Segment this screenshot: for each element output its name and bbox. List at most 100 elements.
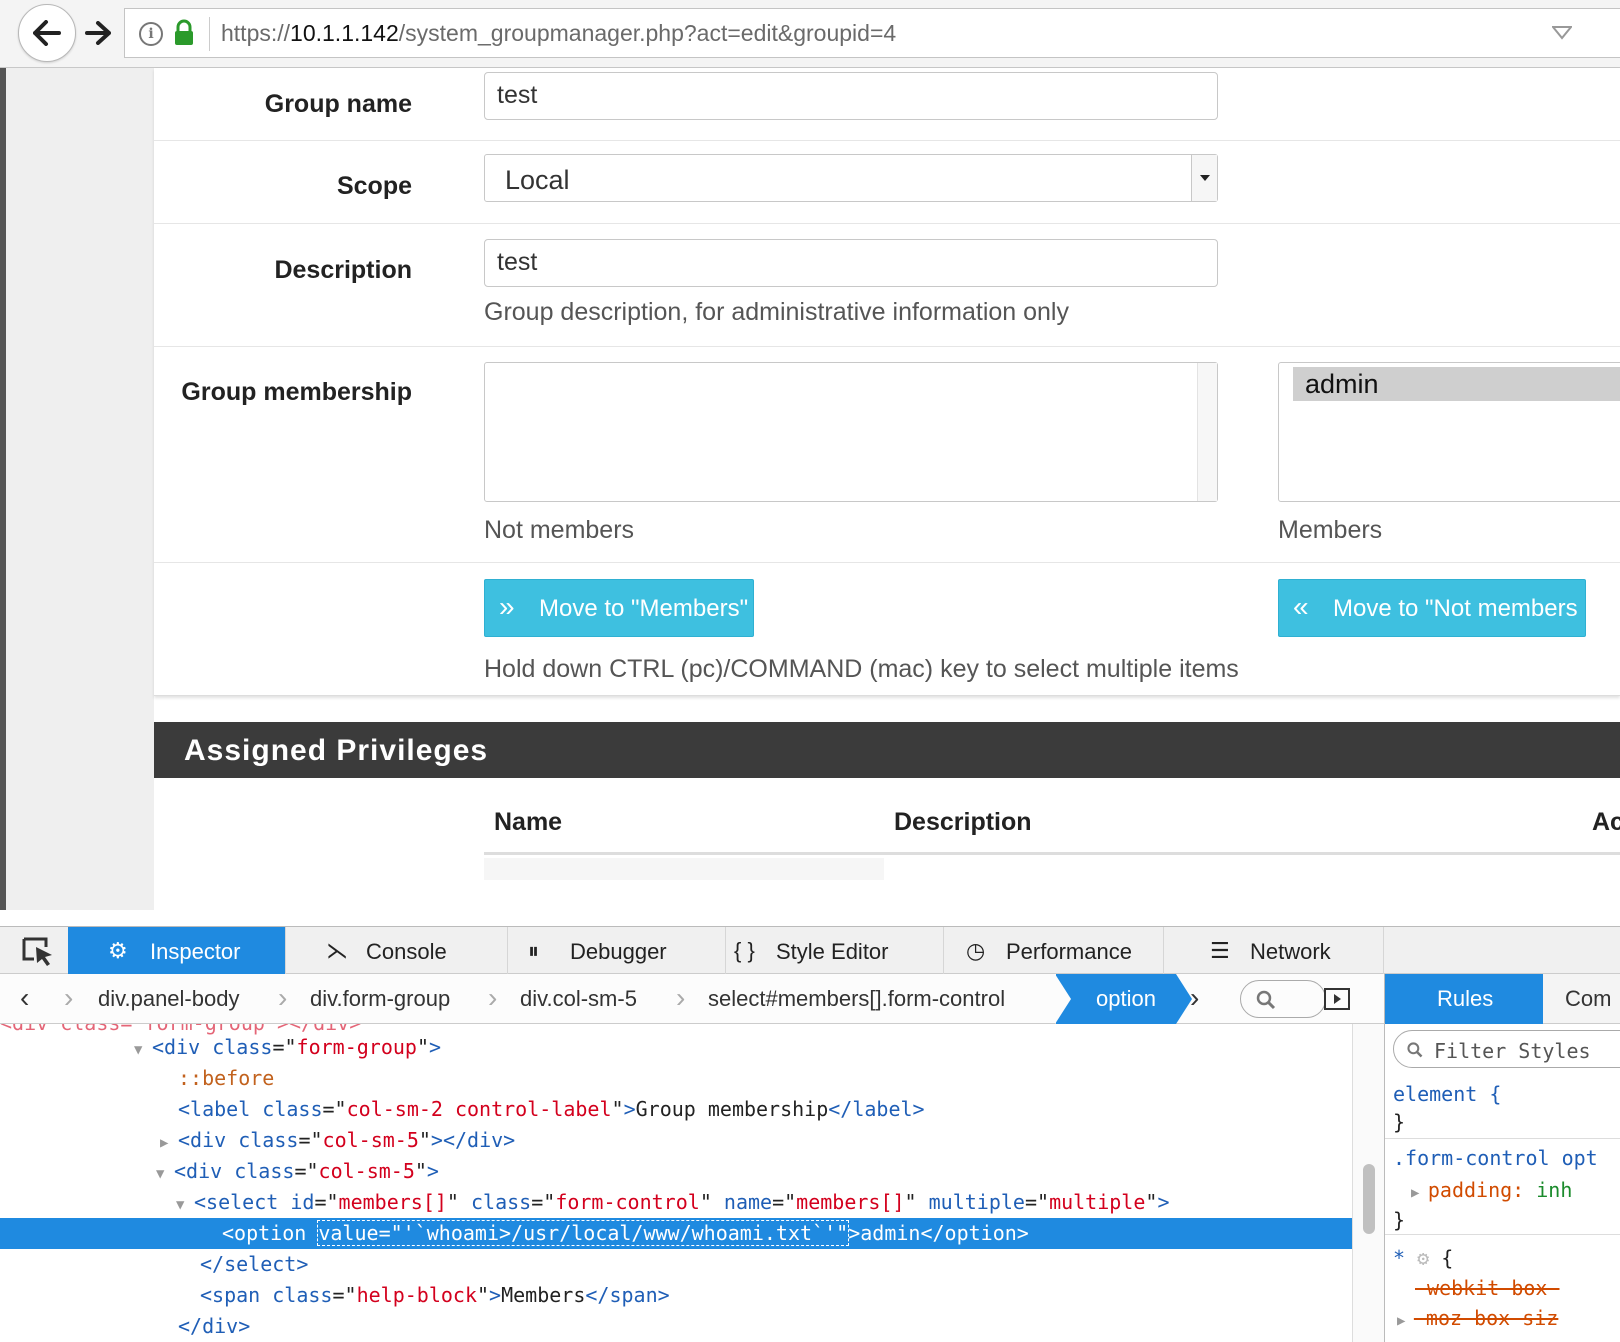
breadcrumb-div-panel-body[interactable]: div.panel-body: [98, 986, 239, 1012]
url-prefix: https://: [221, 20, 291, 46]
tab-computed[interactable]: Com: [1543, 974, 1620, 1024]
members-listbox[interactable]: admin: [1278, 362, 1620, 502]
collapse-triangle-icon[interactable]: ▼: [176, 1190, 194, 1221]
sidebar-tabs: Rules Com: [1384, 974, 1620, 1024]
tab-performance-label: Performance: [1006, 939, 1132, 964]
move-to-members-button[interactable]: » Move to "Members": [484, 579, 754, 637]
tab-network-label: Network: [1250, 939, 1331, 964]
breadcrumb-option-label: option: [1096, 986, 1156, 1011]
scope-select[interactable]: Local: [484, 154, 1218, 202]
lock-icon[interactable]: [173, 19, 195, 47]
back-button[interactable]: [18, 4, 76, 62]
column-header-description[interactable]: Description: [894, 808, 1032, 837]
collapse-triangle-icon[interactable]: ▼: [134, 1035, 152, 1066]
style-editor-icon: { }: [734, 938, 755, 963]
tab-rules[interactable]: Rules: [1385, 974, 1543, 1024]
members-option-admin[interactable]: admin: [1293, 367, 1620, 401]
row-divider: [154, 562, 1620, 563]
rule-webkit-box-sizing[interactable]: -webkit-box-: [1415, 1276, 1560, 1300]
markup-line-div-close[interactable]: </div>: [0, 1311, 1352, 1342]
filter-styles-placeholder: Filter Styles: [1434, 1039, 1591, 1063]
breadcrumb-div-form-group[interactable]: div.form-group: [310, 986, 450, 1012]
tab-network[interactable]: ☰ Network: [1164, 927, 1384, 975]
column-header-actions[interactable]: Ac: [1592, 808, 1620, 837]
rule-element-selector[interactable]: element {: [1393, 1082, 1501, 1106]
group-membership-label: Group membership: [181, 378, 412, 406]
double-chevron-right-icon: »: [499, 591, 515, 622]
breadcrumb-option[interactable]: option: [1055, 974, 1192, 1024]
description-input[interactable]: test: [484, 239, 1218, 287]
rule-padding-declaration[interactable]: ▶ padding: inh: [1411, 1178, 1572, 1202]
markup-line-form-group[interactable]: ▼ <div class="form-group">: [0, 1032, 1352, 1063]
privileges-title: Assigned Privileges: [184, 734, 489, 767]
breadcrumb-separator: ›: [488, 982, 498, 1013]
tab-inspector[interactable]: ⚙ Inspector: [68, 927, 286, 975]
row-divider: [154, 140, 1620, 141]
breadcrumb-div-col-sm-5[interactable]: div.col-sm-5: [520, 986, 637, 1012]
move-to-not-members-button[interactable]: « Move to "Not members: [1278, 579, 1586, 637]
expand-triangle-icon[interactable]: ▶: [160, 1128, 178, 1159]
devtools-toolbar: ⚙ Inspector ⋋ Console ⏸ Debugger { } Sty…: [0, 926, 1620, 975]
row-divider: [154, 223, 1620, 224]
search-html-button[interactable]: [1240, 980, 1326, 1018]
tab-rules-label: Rules: [1437, 986, 1494, 1011]
table-empty-row: [484, 858, 884, 880]
toggle-sidebar-icon[interactable]: [1324, 988, 1350, 1010]
tab-computed-label: Com: [1565, 986, 1612, 1011]
back-arrow-icon: [33, 20, 61, 46]
forward-button[interactable]: [78, 12, 118, 54]
expand-triangle-icon[interactable]: ▶: [1411, 1185, 1428, 1201]
column-header-name[interactable]: Name: [494, 808, 562, 837]
markup-line-select-close[interactable]: </select>: [0, 1249, 1352, 1280]
dropdown-history-icon[interactable]: [1552, 26, 1572, 40]
address-bar[interactable]: i https://10.1.1.142/system_groupmanager…: [124, 8, 1620, 58]
chevron-left-icon[interactable]: ‹: [20, 982, 29, 1014]
element-picker-icon[interactable]: [20, 935, 60, 967]
address-separator: [209, 17, 210, 51]
rule-universal-selector[interactable]: * ⚙ {: [1393, 1246, 1453, 1270]
multi-select-help: Hold down CTRL (pc)/COMMAND (mac) key to…: [484, 655, 1239, 683]
markup-line-select[interactable]: ▼ <select id="members[]" class="form-cont…: [0, 1187, 1352, 1218]
rule-form-control-selector[interactable]: .form-control opt: [1393, 1146, 1598, 1170]
tab-inspector-label: Inspector: [150, 939, 241, 964]
rule-close-brace: }: [1393, 1110, 1406, 1134]
console-icon: ⋋: [326, 938, 348, 963]
info-icon[interactable]: i: [139, 22, 163, 46]
markup-line-before[interactable]: ::before: [0, 1063, 1352, 1094]
tab-console-label: Console: [366, 939, 447, 964]
url-host: 10.1.1.142: [290, 20, 399, 46]
double-chevron-left-icon: «: [1293, 591, 1309, 622]
not-members-listbox[interactable]: [484, 362, 1218, 502]
markup-line-span[interactable]: <span class="help-block">Members</span>: [0, 1280, 1352, 1311]
filter-styles-input[interactable]: Filter Styles: [1393, 1030, 1620, 1068]
rule-divider: [1385, 1138, 1620, 1139]
markup-scrollbar[interactable]: [1352, 1024, 1384, 1342]
row-divider: [154, 346, 1620, 347]
collapse-triangle-icon[interactable]: ▼: [156, 1159, 174, 1190]
rule-moz-box-sizing[interactable]: ▶ -moz-box-siz: [1397, 1306, 1558, 1330]
move-to-members-label: Move to "Members": [539, 595, 749, 622]
group-name-input[interactable]: test: [484, 72, 1218, 120]
markup-line-label[interactable]: <label class="col-sm-2 control-label">Gr…: [0, 1094, 1352, 1125]
listbox-scrollbar[interactable]: [1197, 363, 1217, 501]
chevron-right-icon[interactable]: ›: [1190, 982, 1199, 1014]
expand-triangle-icon[interactable]: ▶: [1397, 1313, 1414, 1329]
tab-debugger[interactable]: ⏸ Debugger: [508, 927, 726, 975]
breadcrumb-separator: ›: [64, 982, 74, 1013]
breadcrumb-select-members[interactable]: select#members[].form-control: [708, 986, 1005, 1012]
chevron-down-icon[interactable]: [1191, 155, 1217, 201]
search-icon: [1407, 1042, 1423, 1058]
table-header-rule: [484, 852, 1620, 855]
tab-console[interactable]: ⋋ Console: [286, 927, 508, 975]
tab-style-editor[interactable]: { } Style Editor: [726, 927, 944, 975]
scope-selected-value: Local: [505, 165, 570, 195]
scrollbar-thumb[interactable]: [1363, 1164, 1375, 1234]
tab-performance[interactable]: ◷ Performance: [944, 927, 1164, 975]
url-path: /system_groupmanager.php?act=edit&groupi…: [398, 20, 897, 46]
markup-line-col-sm-5-open[interactable]: ▼ <div class="col-sm-5">: [0, 1156, 1352, 1187]
markup-line-option-selected[interactable]: <option value="'`whoami>/usr/local/www/w…: [0, 1218, 1352, 1249]
performance-icon: ◷: [966, 938, 986, 963]
url-text[interactable]: https://10.1.1.142/system_groupmanager.p…: [221, 20, 896, 47]
rule-gear-icon[interactable]: ⚙: [1417, 1246, 1429, 1270]
markup-line-col-sm-5-collapsed[interactable]: ▶ <div class="col-sm-5"></div>: [0, 1125, 1352, 1156]
